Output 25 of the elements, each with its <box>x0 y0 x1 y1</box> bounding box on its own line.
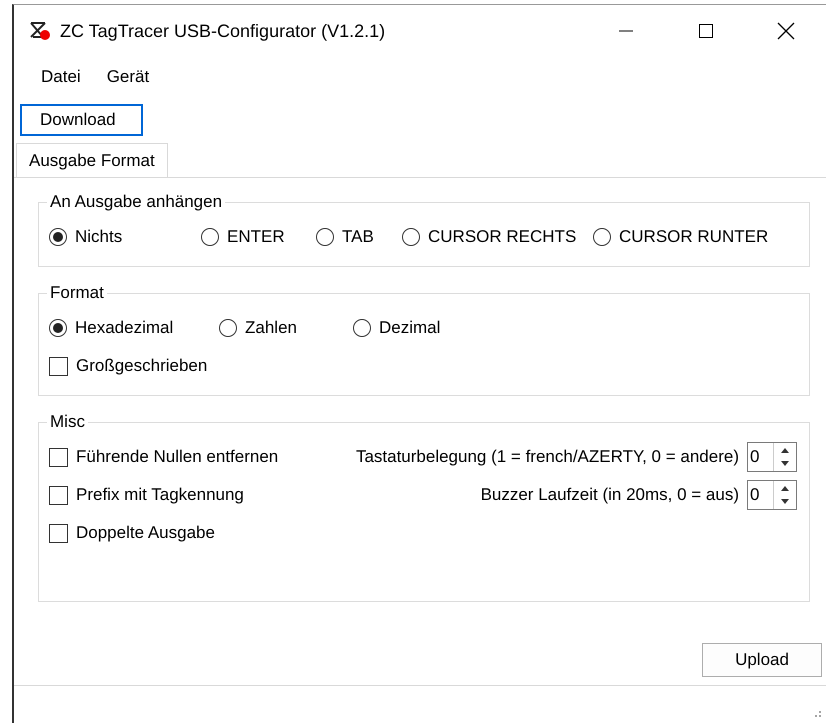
option-label: Nichts <box>75 227 122 247</box>
option-label: ENTER <box>227 227 285 247</box>
number-spinner[interactable]: 0 <box>747 442 797 472</box>
menu-item[interactable]: Gerät <box>94 67 162 87</box>
download-button[interactable]: Download <box>20 104 143 136</box>
spinner-label: Tastaturbelegung (1 = french/AZERTY, 0 = andere) <box>356 447 739 467</box>
option-label: Führende Nullen entfernen <box>76 447 278 467</box>
option-label: Dezimal <box>379 318 440 338</box>
window-title: ZC TagTracer USB-Configurator (V1.2.1) <box>60 20 386 42</box>
group-title: An Ausgabe anhängen <box>49 192 224 212</box>
number-spinner[interactable]: 0 <box>747 480 797 510</box>
option-label: CURSOR RUNTER <box>619 227 768 247</box>
upload-button[interactable]: Upload <box>702 643 822 677</box>
option-label: Prefix mit Tagkennung <box>76 485 244 505</box>
group-title: Format <box>49 283 105 303</box>
option-label: Hexadezimal <box>75 318 174 338</box>
option-label: Großgeschrieben <box>76 356 208 376</box>
option-label: Zahlen <box>245 318 297 338</box>
spinner-label: Buzzer Laufzeit (in 20ms, 0 = aus) <box>480 485 739 505</box>
option-label: TAB <box>342 227 374 247</box>
tab[interactable]: Ausgabe Format <box>16 143 168 177</box>
option-label: Doppelte Ausgabe <box>76 523 215 543</box>
option-label: CURSOR RECHTS <box>428 227 576 247</box>
menu-item[interactable]: Datei <box>28 67 94 87</box>
group-title: Misc <box>49 412 86 432</box>
